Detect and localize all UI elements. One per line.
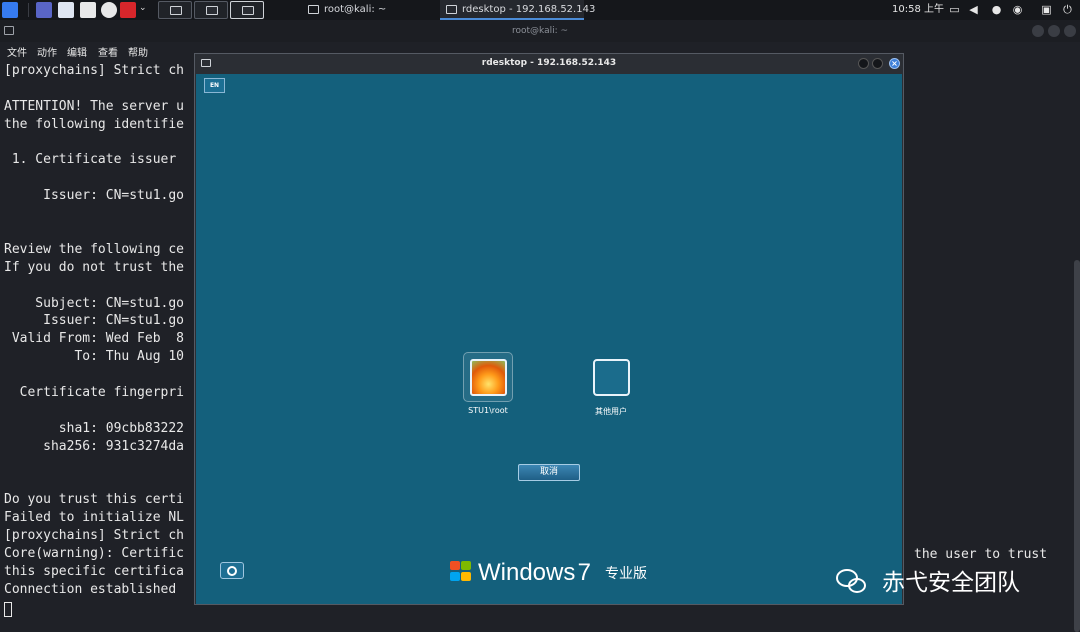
task-rdesktop[interactable]: rdesktop - 192.168.52.143 bbox=[440, 0, 595, 20]
volume-icon[interactable]: ◀ bbox=[967, 3, 980, 16]
terminal-line-fragment: the user to trust bbox=[914, 547, 1048, 562]
browser-icon[interactable] bbox=[101, 2, 117, 18]
file-manager-icon[interactable] bbox=[58, 2, 74, 18]
menu-view[interactable]: 查看 bbox=[98, 44, 118, 59]
blank-avatar-icon bbox=[593, 359, 630, 396]
workspace-3[interactable] bbox=[230, 1, 264, 19]
display-icon[interactable]: ▭ bbox=[948, 3, 961, 16]
kali-menu-icon[interactable] bbox=[2, 2, 18, 18]
notification-bell-icon[interactable]: ● bbox=[990, 3, 1003, 16]
terminal-titlebar: root@kali: ~ bbox=[0, 20, 1080, 42]
user-avatar[interactable] bbox=[586, 352, 636, 402]
maximize-button[interactable] bbox=[872, 58, 883, 69]
menu-help[interactable]: 帮助 bbox=[128, 44, 148, 59]
minimize-button[interactable] bbox=[1032, 25, 1044, 37]
power-icon[interactable]: ⏻ bbox=[1061, 3, 1074, 16]
close-button[interactable]: × bbox=[889, 58, 900, 69]
remote-login-screen[interactable]: EN STU1\root 其他用户 取消 Windows 7 专业版 bbox=[196, 74, 902, 604]
window-icon bbox=[201, 59, 211, 67]
terminal-cursor bbox=[4, 602, 12, 617]
ease-of-access-button[interactable] bbox=[220, 562, 244, 579]
rdesktop-title: rdesktop - 192.168.52.143 bbox=[481, 58, 617, 68]
lock-icon[interactable]: ▣ bbox=[1040, 3, 1053, 16]
flower-avatar-icon bbox=[470, 359, 507, 396]
rdesktop-titlebar: rdesktop - 192.168.52.143 × bbox=[195, 54, 903, 73]
menu-action[interactable]: 动作 bbox=[37, 44, 57, 59]
user-name: STU1\root bbox=[468, 406, 508, 415]
task-rdesktop-label: rdesktop - 192.168.52.143 bbox=[462, 4, 596, 15]
taskbar: ⌄ root@kali: ~ rdesktop - 192.168.52.143… bbox=[0, 0, 1080, 20]
menu-file[interactable]: 文件 bbox=[7, 44, 27, 59]
maximize-button[interactable] bbox=[1048, 25, 1060, 37]
task-terminal[interactable]: root@kali: ~ bbox=[302, 0, 436, 20]
windows-logo-icon bbox=[448, 560, 472, 582]
windows-wordmark: Windows 7 bbox=[478, 554, 591, 588]
rdesktop-window: rdesktop - 192.168.52.143 × EN STU1\root… bbox=[194, 53, 904, 605]
cancel-button[interactable]: 取消 bbox=[518, 464, 580, 481]
text-editor-icon[interactable] bbox=[80, 2, 96, 18]
watermark-text: 赤弋安全团队 bbox=[882, 570, 1020, 596]
language-indicator[interactable]: EN bbox=[204, 78, 225, 93]
terminal-icon bbox=[308, 5, 319, 14]
taskbar-separator bbox=[28, 3, 29, 17]
user-avatar[interactable] bbox=[463, 352, 513, 402]
user-tile-other[interactable]: 其他用户 bbox=[576, 352, 646, 417]
user-name: 其他用户 bbox=[595, 407, 627, 416]
task-terminal-label: root@kali: ~ bbox=[324, 4, 387, 15]
terminal-scrollbar[interactable] bbox=[1074, 260, 1080, 632]
brand-edition: 专业版 bbox=[605, 566, 647, 582]
workspace-2[interactable] bbox=[194, 1, 228, 19]
app-icon[interactable] bbox=[120, 2, 136, 18]
window-icon bbox=[446, 5, 457, 14]
close-button[interactable] bbox=[1064, 25, 1076, 37]
chevron-down-icon[interactable]: ⌄ bbox=[139, 3, 147, 13]
ease-of-access-icon bbox=[227, 566, 237, 576]
user-tile-root[interactable]: STU1\root bbox=[453, 352, 523, 415]
status-icon[interactable]: ◉ bbox=[1011, 3, 1024, 16]
clock[interactable]: 10:58 上午 bbox=[892, 0, 944, 20]
brand-word: Windows bbox=[478, 559, 576, 586]
brand-version: 7 bbox=[577, 559, 591, 586]
menu-edit[interactable]: 编辑 bbox=[67, 44, 87, 59]
minimize-button[interactable] bbox=[858, 58, 869, 69]
workspace-1[interactable] bbox=[158, 1, 192, 19]
terminal-title: root@kali: ~ bbox=[511, 26, 569, 36]
terminal-icon bbox=[4, 26, 14, 35]
wechat-icon bbox=[836, 569, 868, 595]
show-desktop-icon[interactable] bbox=[36, 2, 52, 18]
